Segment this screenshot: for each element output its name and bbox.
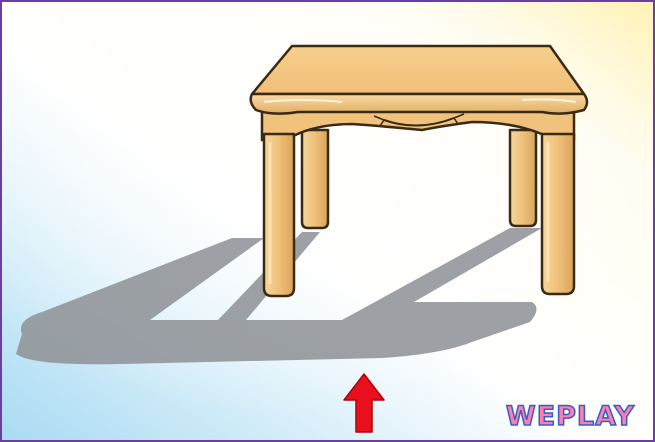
weplay-watermark: WEPLAY bbox=[505, 400, 635, 433]
table-icon bbox=[249, 44, 589, 115]
image-frame: WEPLAY bbox=[0, 0, 655, 442]
illustration-canvas bbox=[2, 2, 653, 440]
